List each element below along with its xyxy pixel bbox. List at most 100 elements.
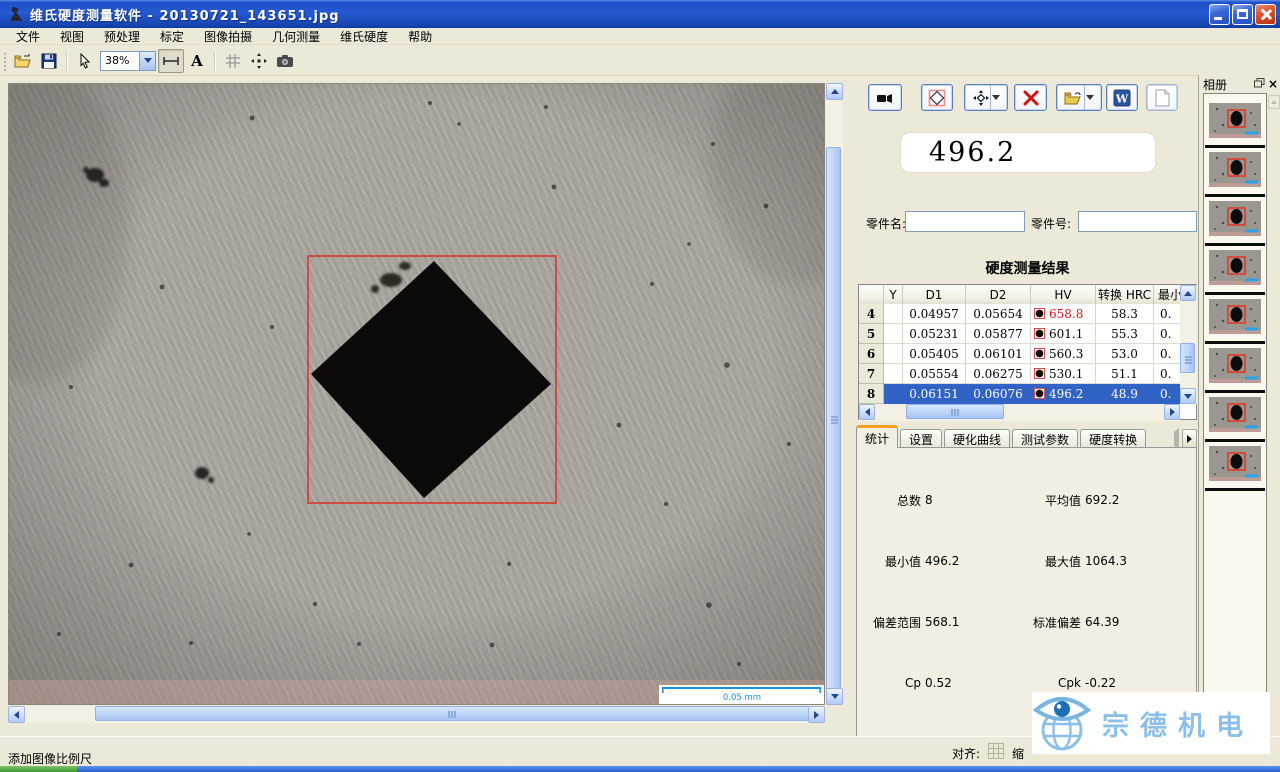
menu-calibration[interactable]: 标定 [150,27,194,46]
save-button[interactable] [36,49,62,73]
tab-hardness-convert[interactable]: 硬度转换 [1080,429,1146,448]
col-min[interactable]: 最小 [1154,285,1181,304]
hscroll-thumb[interactable] [95,706,810,721]
table-row[interactable]: 40.049570.05654658.858.30. [859,304,1196,324]
menu-file[interactable]: 文件 [6,27,50,46]
tab-hardening-curve[interactable]: 硬化曲线 [944,429,1010,448]
col-hrc[interactable]: 转换 HRC [1096,285,1154,304]
report-dropdown[interactable] [1084,85,1095,110]
taskbar-strip[interactable] [0,766,1280,772]
move-point-button[interactable] [964,84,1008,111]
scroll-right-button[interactable] [1164,404,1180,420]
blank-page-icon [1155,89,1170,107]
viewer-hscrollbar[interactable] [8,706,825,723]
camera-icon [276,54,294,68]
arrow-right-icon [1170,408,1175,416]
album-thumbnail[interactable] [1209,103,1261,141]
arrow-down-icon [831,694,839,699]
album-thumbnail[interactable] [1209,348,1261,386]
measure-tool-button[interactable] [158,49,184,73]
tab-scroll-left-button[interactable] [1174,432,1179,446]
album-thumbnail[interactable] [1209,250,1261,288]
chevron-down-icon [144,58,152,63]
album-thumbnail[interactable] [1209,397,1261,435]
album-thumbnail[interactable] [1209,446,1261,484]
album-thumbnail[interactable] [1209,152,1261,190]
tab-statistics[interactable]: 统计 [856,425,898,448]
arrow-up-icon [831,89,839,94]
table-row[interactable]: 70.055540.06275530.151.10. [859,364,1196,384]
open-report-button[interactable] [1056,84,1102,111]
scroll-down-button[interactable] [1180,388,1196,404]
scroll-left-button[interactable] [859,404,875,420]
hv-value: 496.2 [1049,387,1083,401]
grid-button[interactable] [220,49,246,73]
part-number-input[interactable] [1078,211,1197,232]
album-float-button[interactable] [1254,77,1265,91]
album-scroll-up-button[interactable] [1268,95,1280,109]
select-cursor-button[interactable] [72,49,98,73]
close-button[interactable] [1255,4,1276,25]
menu-view[interactable]: 视图 [50,27,94,46]
table-row[interactable]: 80.061510.06076496.248.90. [859,384,1196,404]
part-name-input[interactable] [905,211,1025,232]
start-button-edge[interactable] [0,766,77,772]
new-document-button[interactable] [1146,84,1178,111]
col-hv[interactable]: HV [1031,285,1096,304]
indent-measure-button[interactable] [921,84,953,111]
capture-button[interactable] [272,49,298,73]
watermark: 宗德机电 [1032,692,1270,754]
capture-video-button[interactable] [868,84,902,111]
maximize-button[interactable] [1232,4,1253,25]
viewer-vscrollbar[interactable] [826,83,843,705]
table-hscroll-thumb[interactable] [906,404,1004,419]
scroll-left-button[interactable] [8,706,25,723]
scroll-up-button[interactable] [826,83,843,100]
vscroll-thumb[interactable] [826,147,841,692]
stat-max-value: 1064.3 [1085,551,1173,571]
export-word-button[interactable]: W [1106,84,1138,111]
table-vscrollbar[interactable] [1180,285,1197,404]
scroll-up-button[interactable] [1180,285,1196,301]
thumbnail-separator [1205,292,1265,295]
micrograph-viewer[interactable]: 0.05 mm [8,83,825,705]
menu-vickers[interactable]: 维氏硬度 [330,27,398,46]
watermark-logo-icon [1032,694,1096,752]
arrow-up-icon [1184,291,1192,296]
menu-image-capture[interactable]: 图像拍摄 [194,27,262,46]
stat-min-value: 496.2 [925,551,1015,571]
col-rownum[interactable] [859,285,884,304]
align-grid-icon[interactable] [988,743,1004,759]
diamond-select-icon [928,89,946,107]
table-hscrollbar[interactable] [859,404,1180,421]
tab-scroll-right-button[interactable] [1182,429,1197,448]
part-number-label: 零件号: [1031,215,1071,232]
zoom-combobox[interactable]: 38% [100,51,156,71]
text-tool-icon: A [191,52,203,70]
table-vscroll-thumb[interactable] [1180,343,1195,373]
col-y[interactable]: Y [884,285,903,304]
scroll-right-button[interactable] [808,706,825,723]
delete-result-button[interactable] [1014,84,1047,111]
menu-preprocess[interactable]: 预处理 [94,27,150,46]
zoom-dropdown-button[interactable] [139,52,155,70]
album-thumbnail[interactable] [1209,299,1261,337]
col-d2[interactable]: D2 [966,285,1031,304]
app-icon [8,5,26,23]
table-row[interactable]: 60.054050.06101560.353.00. [859,344,1196,364]
tab-test-params[interactable]: 测试参数 [1012,429,1078,448]
col-d1[interactable]: D1 [903,285,966,304]
album-close-button[interactable]: × [1268,79,1278,89]
move-dropdown[interactable] [990,85,1001,110]
menu-geometry[interactable]: 几何测量 [262,27,330,46]
album-thumbnail[interactable] [1209,201,1261,239]
open-file-button[interactable] [10,49,36,73]
scroll-down-button[interactable] [826,688,843,705]
indent-mark-icon [1034,368,1045,379]
tab-settings[interactable]: 设置 [900,429,942,448]
center-target-button[interactable] [246,49,272,73]
menu-help[interactable]: 帮助 [398,27,442,46]
table-row[interactable]: 50.052310.05877601.155.30. [859,324,1196,344]
minimize-button[interactable] [1209,4,1230,25]
text-annotation-button[interactable]: A [184,49,210,73]
